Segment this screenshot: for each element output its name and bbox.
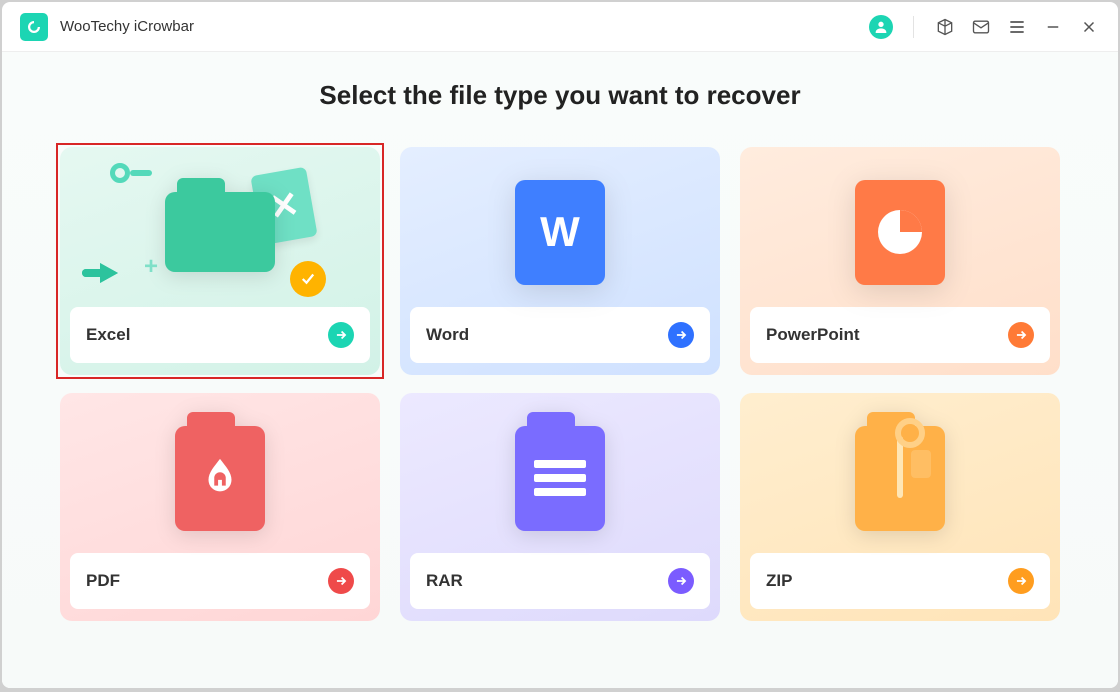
- pie-icon: [878, 210, 922, 254]
- card-label-row: RAR: [410, 553, 710, 609]
- zip-doc-icon: [855, 426, 945, 531]
- card-label: ZIP: [766, 571, 792, 591]
- app-window: WooTechy iCrowbar Select t: [2, 2, 1118, 688]
- arrow-icon: [100, 263, 118, 283]
- card-zip[interactable]: ZIP: [740, 393, 1060, 621]
- go-button[interactable]: [328, 568, 354, 594]
- pdf-doc-icon: [175, 426, 265, 531]
- check-badge-icon: [290, 261, 326, 297]
- rar-lines-icon: [515, 426, 605, 531]
- card-rar-wrap: RAR: [400, 393, 720, 621]
- ppt-doc-icon: [855, 180, 945, 285]
- zip-handle-icon: [911, 450, 931, 478]
- go-button[interactable]: [1008, 322, 1034, 348]
- card-label: PowerPoint: [766, 325, 860, 345]
- pdf-glyph-icon: [175, 426, 265, 531]
- go-button[interactable]: [668, 568, 694, 594]
- card-label: PDF: [86, 571, 120, 591]
- app-title: WooTechy iCrowbar: [60, 18, 194, 35]
- page-heading: Select the file type you want to recover: [319, 80, 800, 111]
- go-button[interactable]: [328, 322, 354, 348]
- zip-pull-icon: [895, 418, 925, 448]
- card-pdf-wrap: PDF: [60, 393, 380, 621]
- mail-icon[interactable]: [970, 16, 992, 38]
- ppt-artwork: [750, 157, 1050, 307]
- card-label-row: Word: [410, 307, 710, 363]
- card-word[interactable]: W Word: [400, 147, 720, 375]
- rar-doc-icon: [515, 426, 605, 531]
- card-ppt-wrap: PowerPoint: [740, 147, 1060, 375]
- card-excel-wrap: ✕ + Excel: [60, 147, 380, 375]
- key-icon: [110, 163, 156, 185]
- zip-artwork: [750, 403, 1050, 553]
- content: Select the file type you want to recover…: [2, 52, 1118, 688]
- card-rar[interactable]: RAR: [400, 393, 720, 621]
- rar-artwork: [410, 403, 710, 553]
- word-doc-icon: W: [515, 180, 605, 285]
- excel-artwork: ✕ +: [70, 157, 370, 307]
- go-button[interactable]: [668, 322, 694, 348]
- card-powerpoint[interactable]: PowerPoint: [740, 147, 1060, 375]
- filetype-grid: ✕ + Excel: [50, 147, 1070, 621]
- card-label: Excel: [86, 325, 130, 345]
- account-icon[interactable]: [869, 15, 893, 39]
- titlebar-right: [869, 15, 1100, 39]
- card-label-row: ZIP: [750, 553, 1050, 609]
- minimize-button[interactable]: [1042, 16, 1064, 38]
- app-logo-icon: [20, 13, 48, 41]
- go-button[interactable]: [1008, 568, 1034, 594]
- titlebar: WooTechy iCrowbar: [2, 2, 1118, 52]
- plus-icon: +: [144, 253, 158, 281]
- card-excel[interactable]: ✕ + Excel: [60, 147, 380, 375]
- word-artwork: W: [410, 157, 710, 307]
- separator: [913, 16, 914, 38]
- close-button[interactable]: [1078, 16, 1100, 38]
- card-zip-wrap: ZIP: [740, 393, 1060, 621]
- card-pdf[interactable]: PDF: [60, 393, 380, 621]
- card-label-row: PowerPoint: [750, 307, 1050, 363]
- card-word-wrap: W Word: [400, 147, 720, 375]
- menu-icon[interactable]: [1006, 16, 1028, 38]
- card-label: RAR: [426, 571, 463, 591]
- card-label-row: Excel: [70, 307, 370, 363]
- titlebar-left: WooTechy iCrowbar: [20, 13, 194, 41]
- folder-icon: [165, 192, 275, 272]
- cube-icon[interactable]: [934, 16, 956, 38]
- card-label: Word: [426, 325, 469, 345]
- pdf-artwork: [70, 403, 370, 553]
- card-label-row: PDF: [70, 553, 370, 609]
